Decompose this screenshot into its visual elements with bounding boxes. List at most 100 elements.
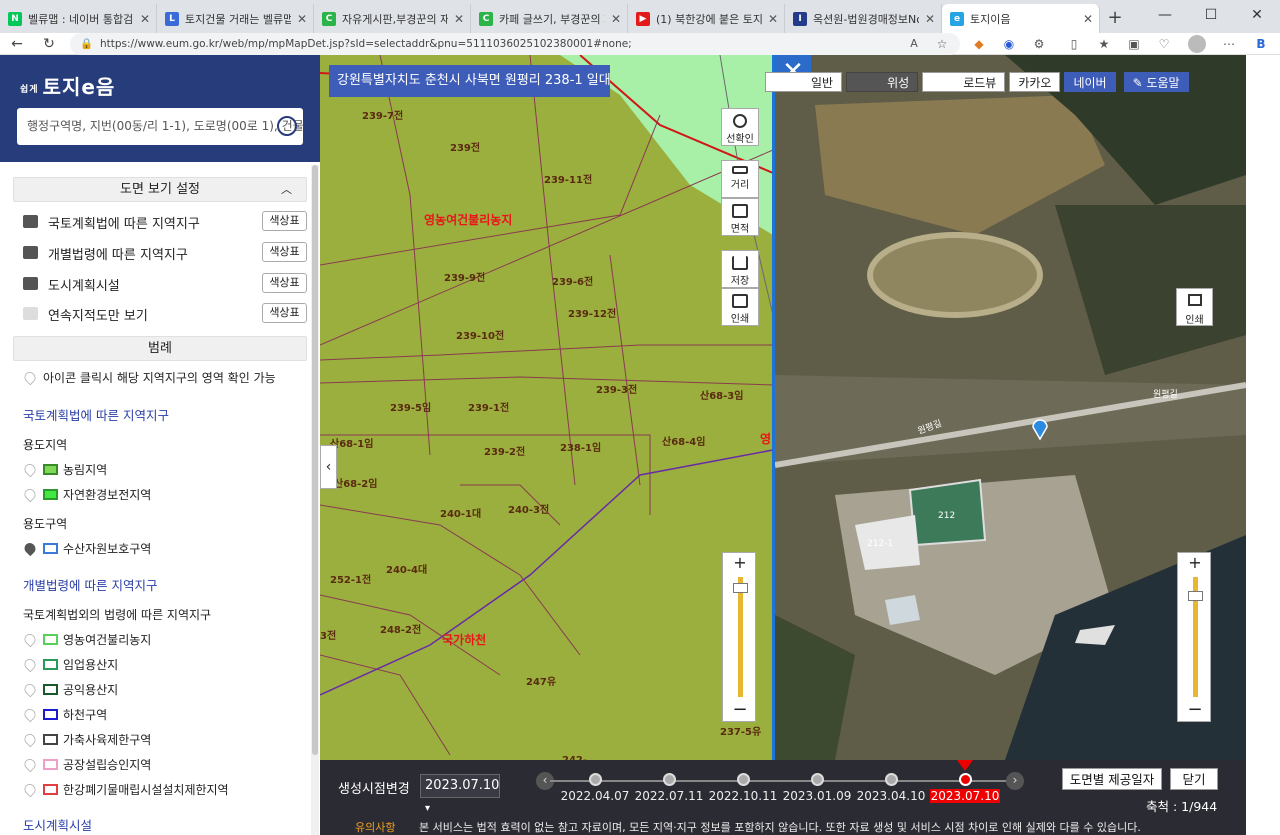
timeline-date-select[interactable]: 2023.07.10 ▾: [420, 774, 500, 814]
map-type-satellite[interactable]: 위성: [846, 72, 919, 92]
tab-cafe-board[interactable]: C 자유게시판,부경꾼의 재테크 인 ✕: [314, 4, 471, 33]
back-icon[interactable]: ←: [4, 33, 30, 55]
right-zoom-control[interactable]: + −: [1177, 552, 1211, 722]
map-provider-naver[interactable]: 네이버: [1064, 72, 1116, 92]
map-pin-icon[interactable]: [22, 781, 38, 798]
legend-item-label: 공익용산지: [63, 683, 119, 697]
split-screen-icon[interactable]: ▯: [1065, 35, 1083, 53]
close-tab-icon[interactable]: ✕: [611, 12, 621, 26]
panel-scrollbar[interactable]: [311, 165, 319, 835]
profile-avatar-icon[interactable]: [1188, 35, 1206, 53]
help-button[interactable]: ✎ 도움말: [1123, 72, 1189, 92]
zoom-slider-thumb[interactable]: [733, 583, 748, 593]
timeline-date-label[interactable]: 2022.07.11: [634, 789, 704, 803]
favorite-star-icon[interactable]: ☆: [933, 35, 951, 53]
map-pin-icon[interactable]: [22, 631, 38, 648]
minimize-icon[interactable]: —: [1142, 0, 1188, 30]
right-print-button[interactable]: 인쇄: [1176, 288, 1213, 326]
timeline-point[interactable]: [663, 773, 676, 786]
address-search-input[interactable]: 행정구역명, 지번(00동/리 1-1), 도로명(00로 1), 건물명: [17, 108, 303, 145]
cadastral-map[interactable]: 239-7전 239전 239-11전 239-9전 239-6전 239-12전 239-…: [320, 55, 773, 760]
collapse-panel-button[interactable]: ‹: [320, 445, 337, 489]
zoom-out-button[interactable]: −: [1178, 701, 1212, 721]
timeline-point[interactable]: [959, 773, 972, 786]
performance-icon[interactable]: ♡: [1155, 35, 1173, 53]
search-icon[interactable]: [277, 116, 297, 136]
zoom-in-button[interactable]: +: [723, 553, 757, 573]
timeline-close-button[interactable]: 닫기: [1170, 768, 1218, 790]
timeline-point[interactable]: [737, 773, 750, 786]
map-type-general[interactable]: 일반: [765, 72, 843, 92]
map-pin-icon[interactable]: [22, 681, 38, 698]
timeline-date-label[interactable]: 2022.10.11: [708, 789, 778, 803]
color-table-button[interactable]: 색상표: [262, 273, 307, 293]
timeline-date-label[interactable]: 2023.07.10: [930, 789, 1000, 803]
close-tab-icon[interactable]: ✕: [140, 12, 150, 26]
map-pin-icon[interactable]: [22, 706, 38, 723]
collections-icon[interactable]: ▣: [1125, 35, 1143, 53]
eye-icon[interactable]: [23, 307, 38, 320]
scrollbar-thumb[interactable]: [312, 165, 318, 755]
eye-icon[interactable]: [23, 277, 38, 290]
zoom-slider-track[interactable]: [738, 577, 743, 697]
tab-cafe-write[interactable]: C 카페 글쓰기, 부경꾼의 재테크 ✕: [471, 4, 628, 33]
map-pin-icon[interactable]: [22, 461, 38, 478]
eum-logo[interactable]: 쉽게 토지e음: [20, 71, 115, 100]
bing-copilot-icon[interactable]: B: [1252, 35, 1270, 53]
timeline-point[interactable]: [589, 773, 602, 786]
save-button[interactable]: 저장: [721, 250, 759, 288]
close-tab-icon[interactable]: ✕: [1083, 12, 1093, 26]
url-input[interactable]: 🔒 https://www.eum.go.kr/web/mp/mpMapDet.j…: [70, 33, 960, 55]
close-tab-icon[interactable]: ✕: [925, 12, 935, 26]
tab-auction[interactable]: I 옥션원-법원경매정보No.1 ✕: [785, 4, 942, 33]
print-button[interactable]: 인쇄: [721, 288, 759, 326]
provide-dates-button[interactable]: 도면별 제공일자: [1062, 768, 1162, 790]
timeline-next-button[interactable]: ›: [1006, 772, 1024, 790]
satellite-map[interactable]: 원평길 원평길 212 212-1: [775, 55, 1246, 760]
extension-circle-icon[interactable]: ◉: [1000, 35, 1018, 53]
color-table-button[interactable]: 색상표: [262, 211, 307, 231]
zoom-confirm-button[interactable]: 선확인: [721, 108, 759, 146]
map-provider-kakao[interactable]: 카카오: [1009, 72, 1061, 92]
map-pin-icon[interactable]: [22, 756, 38, 773]
map-pin-icon[interactable]: [22, 486, 38, 503]
tab-youtube[interactable]: ▶ (1) 북한강에 붙은 토지가 1,200 ✕: [628, 4, 785, 33]
tab-eum[interactable]: e 토지이음 ✕: [942, 4, 1100, 33]
close-tab-icon[interactable]: ✕: [768, 12, 778, 26]
map-pin-icon[interactable]: [22, 731, 38, 748]
timeline-date-label[interactable]: 2022.04.07: [560, 789, 630, 803]
close-tab-icon[interactable]: ✕: [454, 12, 464, 26]
legend-title: 범례: [148, 341, 172, 356]
maximize-icon[interactable]: ☐: [1188, 0, 1234, 30]
map-pin-icon[interactable]: [22, 656, 38, 673]
tab-naver[interactable]: N 벨류맵 : 네이버 통합검색 ✕: [0, 4, 157, 33]
close-tab-icon[interactable]: ✕: [297, 12, 307, 26]
color-table-button[interactable]: 색상표: [262, 242, 307, 262]
new-tab-button[interactable]: +: [1100, 4, 1130, 33]
eye-icon[interactable]: [23, 215, 38, 228]
area-button[interactable]: 면적: [721, 198, 759, 236]
read-aloud-icon[interactable]: A: [905, 35, 923, 53]
more-menu-icon[interactable]: ⋯: [1220, 35, 1238, 53]
eye-icon[interactable]: [23, 246, 38, 259]
timeline-date-label[interactable]: 2023.01.09: [782, 789, 852, 803]
map-pin-icon[interactable]: [22, 540, 38, 557]
refresh-icon[interactable]: ↻: [36, 33, 62, 55]
color-table-button[interactable]: 색상표: [262, 303, 307, 323]
map-type-roadview[interactable]: 로드뷰: [922, 72, 1006, 92]
extension-icon[interactable]: ⚙: [1030, 35, 1048, 53]
chevron-up-icon[interactable]: ︿: [281, 178, 292, 201]
favorites-icon[interactable]: ★: [1095, 35, 1113, 53]
timeline-date-label[interactable]: 2023.04.10: [856, 789, 926, 803]
metamask-icon[interactable]: ◆: [970, 35, 988, 53]
timeline-point[interactable]: [811, 773, 824, 786]
tab-valuemap[interactable]: L 토지건물 거래는 벨류맵 ✕: [157, 4, 314, 33]
left-zoom-control[interactable]: + −: [722, 552, 756, 722]
zoom-out-button[interactable]: −: [723, 701, 757, 721]
window-close-icon[interactable]: ✕: [1234, 0, 1280, 30]
distance-button[interactable]: 거리: [721, 160, 759, 198]
view-settings-header[interactable]: 도면 보기 설정 ︿: [13, 177, 307, 202]
zoom-slider-thumb[interactable]: [1188, 591, 1203, 601]
zoom-in-button[interactable]: +: [1178, 553, 1212, 573]
timeline-point[interactable]: [885, 773, 898, 786]
